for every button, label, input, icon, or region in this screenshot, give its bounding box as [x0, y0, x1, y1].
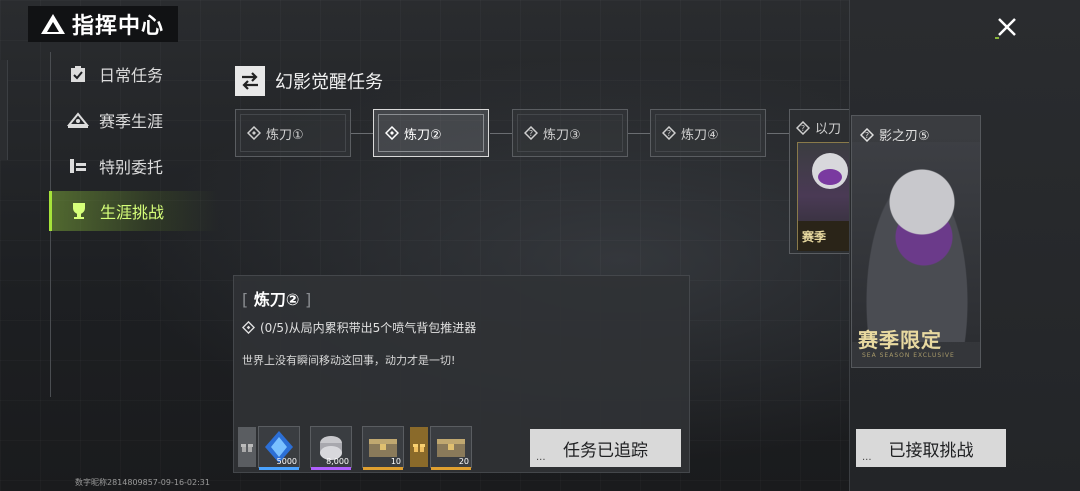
swap-icon[interactable]	[235, 66, 265, 96]
button-dots: ...	[862, 452, 872, 463]
locked-diamond-icon: ?	[662, 126, 676, 140]
reward-item[interactable]: 20	[430, 426, 472, 470]
task-objective-text: (0/5)从局内累积带出5个喷气背包推进器	[260, 321, 477, 335]
stage-label: 炼刀④	[681, 127, 719, 143]
button-dots: ...	[536, 452, 546, 463]
clipboard-icon	[67, 63, 89, 85]
svg-text:?: ?	[865, 131, 869, 140]
sidebar-item-special-commission[interactable]: 特别委托	[51, 146, 221, 186]
rarity-bar	[259, 467, 299, 470]
task-description: 世界上没有瞬间移动这回事，动力才是一切!	[242, 354, 456, 367]
reward-item[interactable]: 5000	[258, 426, 300, 470]
sidebar-item-label: 赛季生涯	[99, 112, 164, 131]
sidebar-item-career-challenge[interactable]: 生涯挑战	[49, 191, 219, 231]
svg-text:?: ?	[801, 124, 805, 133]
chain-connector	[351, 133, 373, 134]
stage-inner: 炼刀①	[240, 114, 346, 152]
left-edge-tab[interactable]	[0, 60, 8, 160]
stage-5-caption: ? 以刀	[796, 118, 841, 137]
reward-count: 20	[458, 457, 469, 466]
sidebar-item-season-career[interactable]: 赛季生涯	[51, 100, 221, 140]
header-bar: 指挥中心	[28, 6, 178, 42]
task-tracked-button[interactable]: ... 任务已追踪	[530, 429, 681, 467]
reward-skin-card[interactable]: ? 影之刃⑤ 赛季限定 SEA SEASON EXCLUSIVE	[851, 115, 981, 368]
challenge-accepted-label: 已接取挑战	[888, 440, 974, 461]
reward-card-label: 影之刃⑤	[879, 129, 930, 144]
rarity-bar	[363, 467, 403, 470]
command-logo-icon	[41, 14, 65, 34]
stage-2[interactable]: 炼刀②	[373, 109, 489, 157]
diamond-icon	[247, 126, 261, 140]
locked-diamond-icon: ?	[860, 127, 874, 142]
gift-icon	[238, 427, 256, 467]
reward-count: 5000	[276, 457, 297, 466]
sidebar-item-label: 生涯挑战	[100, 203, 165, 222]
chain-connector	[628, 133, 650, 134]
stage-label: 炼刀①	[266, 127, 304, 143]
reward-item[interactable]: 10	[362, 426, 404, 470]
sidebar-item-daily-tasks[interactable]: 日常任务	[51, 54, 221, 94]
close-icon[interactable]	[990, 10, 1024, 44]
chain-connector	[767, 133, 789, 134]
page-title: 指挥中心	[72, 14, 165, 39]
stage-inner: 炼刀②	[378, 114, 484, 152]
bracket-close: ]	[304, 290, 312, 309]
stage-label: 炼刀③	[543, 127, 581, 143]
diamond-icon	[242, 321, 255, 334]
reward-card-caption: ? 影之刃⑤	[860, 125, 930, 144]
player-id-watermark: 数字昵称2814809857-09-16-02:31	[75, 478, 210, 487]
reward-count: 8,000	[326, 457, 349, 466]
rarity-bar	[311, 467, 351, 470]
commission-icon	[67, 155, 89, 177]
stage-1[interactable]: 炼刀①	[235, 109, 351, 157]
bracket-open: [	[242, 290, 249, 309]
svg-text:?: ?	[529, 129, 533, 138]
task-tracked-label: 任务已追踪	[563, 440, 648, 461]
svg-text:?: ?	[667, 129, 671, 138]
stage-inner: ? 炼刀④	[655, 114, 761, 152]
chain-connector	[490, 133, 512, 134]
reward-count: 10	[390, 457, 401, 466]
skin-artwork	[852, 142, 980, 342]
rarity-bar	[431, 467, 471, 470]
task-objective: (0/5)从局内累积带出5个喷气背包推进器	[242, 319, 476, 336]
sidebar: 日常任务 赛季生涯 特别委托 生涯挑战	[49, 52, 221, 397]
stage-4[interactable]: ? 炼刀④	[650, 109, 766, 157]
section-title: 幻影觉醒任务	[235, 66, 383, 96]
stage-label: 以刀	[815, 122, 842, 137]
badge-small-text: 赛季	[801, 229, 827, 244]
stage-label: 炼刀②	[404, 127, 442, 143]
season-limited-subtext: SEA SEASON EXCLUSIVE	[862, 352, 955, 359]
locked-diamond-icon: ?	[524, 126, 538, 140]
stage-3[interactable]: ? 炼刀③	[512, 109, 628, 157]
sidebar-item-label: 日常任务	[99, 66, 164, 85]
trophy-icon	[68, 200, 90, 222]
task-name: [ 炼刀② ]	[242, 286, 311, 310]
sidebar-item-label: 特别委托	[99, 158, 164, 177]
locked-diamond-icon: ?	[796, 120, 810, 135]
challenge-accepted-button[interactable]: ... 已接取挑战	[856, 429, 1006, 467]
task-name-text: 炼刀②	[253, 290, 300, 309]
section-title-label: 幻影觉醒任务	[275, 72, 383, 93]
reward-item[interactable]: 8,000	[310, 426, 352, 470]
gift-icon	[410, 427, 428, 467]
stage-inner: ? 炼刀③	[517, 114, 623, 152]
diamond-icon	[385, 126, 399, 140]
season-icon	[67, 109, 89, 131]
season-limited-badge: 赛季限定	[858, 328, 942, 352]
